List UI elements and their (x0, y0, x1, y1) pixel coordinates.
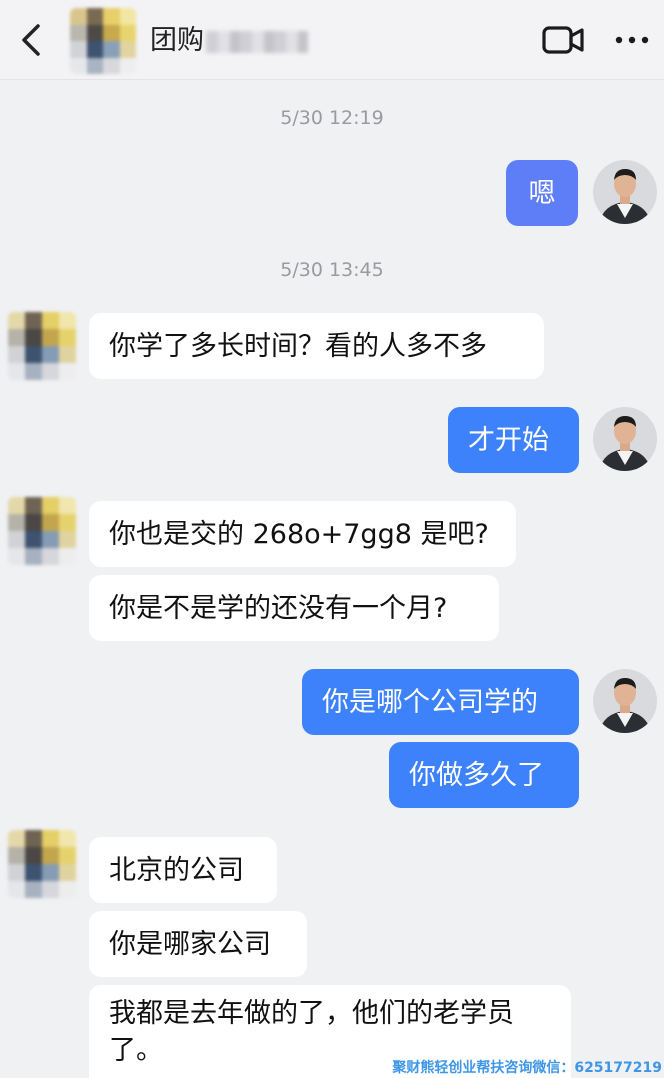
contact-avatar[interactable] (8, 830, 76, 898)
chat-title[interactable]: 团购 (150, 24, 308, 58)
message-bubble-outgoing[interactable]: 才开始 (448, 407, 579, 473)
message-bubble-outgoing[interactable]: 你做多久了 (389, 742, 579, 808)
title-redaction (206, 30, 308, 53)
chat-title-text: 团购 (150, 25, 204, 56)
contact-avatar[interactable] (8, 312, 76, 380)
chat-header: 团购 (0, 0, 664, 80)
watermark-text: 聚财熊轻创业帮扶咨询微信：625177219 (392, 1060, 662, 1076)
message-bubble-incoming[interactable]: 你是哪家公司 (89, 911, 307, 977)
message-bubble-incoming[interactable]: 你是不是学的还没有一个月? (89, 575, 499, 641)
message-bubble-incoming[interactable]: 你也是交的 268o+7gg8 是吧? (89, 501, 516, 567)
self-avatar[interactable] (593, 669, 657, 733)
self-avatar[interactable] (593, 407, 657, 471)
more-horizontal-icon[interactable] (612, 28, 652, 52)
contact-avatar[interactable] (70, 8, 136, 74)
contact-avatar[interactable] (8, 497, 76, 565)
chevron-left-icon[interactable] (14, 20, 48, 60)
message-bubble-outgoing[interactable]: 嗯 (506, 160, 578, 226)
message-bubble-outgoing[interactable]: 你是哪个公司学的 (302, 669, 579, 735)
timestamp: 5/30 12:19 (280, 107, 384, 129)
timestamp: 5/30 13:45 (280, 259, 384, 281)
message-bubble-incoming[interactable]: 你学了多长时间？看的人多不多 (89, 313, 544, 379)
video-call-icon[interactable] (541, 22, 585, 58)
message-bubble-incoming[interactable]: 北京的公司 (89, 837, 277, 903)
self-avatar[interactable] (593, 160, 657, 224)
